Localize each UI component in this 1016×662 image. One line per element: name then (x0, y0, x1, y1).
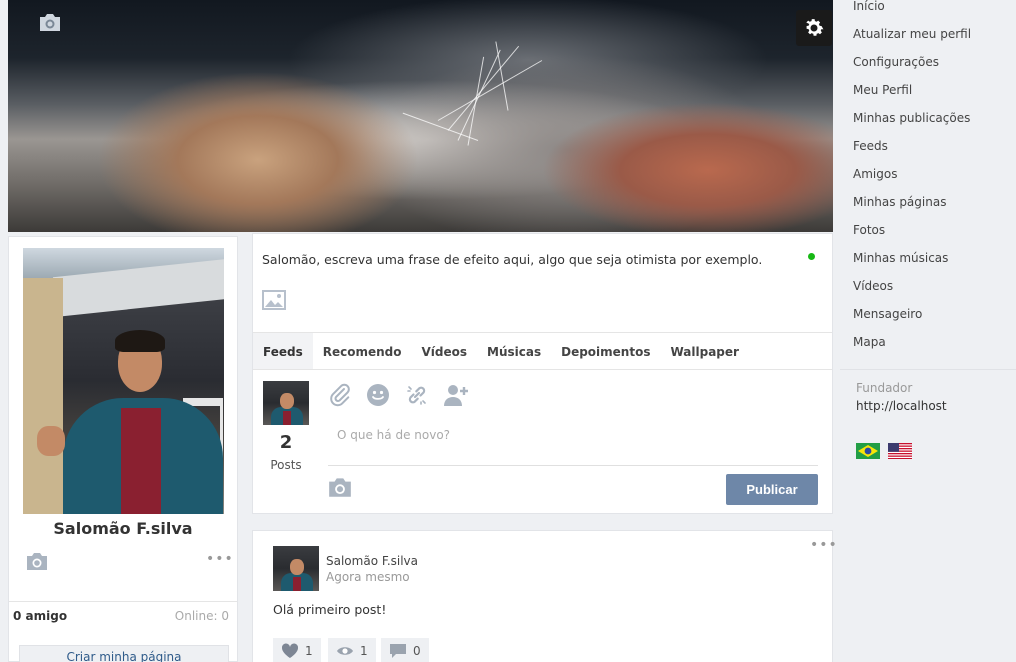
founder-label: Fundador (856, 381, 913, 395)
like-button[interactable]: 1 (273, 638, 321, 662)
avatar-detail (280, 393, 294, 409)
sidebar-item-configuracoes[interactable]: Configurações (853, 48, 971, 76)
brazil-flag-icon[interactable] (856, 443, 880, 459)
sidebar-item-minhas-musicas[interactable]: Minhas músicas (853, 244, 971, 272)
divider (328, 465, 818, 466)
sidebar-item-inicio[interactable]: Início (853, 0, 971, 20)
avatar-detail (293, 577, 301, 591)
sidebar-item-amigos[interactable]: Amigos (853, 160, 971, 188)
add-user-icon[interactable] (443, 382, 469, 408)
sidebar-item-atualizar-perfil[interactable]: Atualizar meu perfil (853, 20, 971, 48)
sidebar-item-videos[interactable]: Vídeos (853, 272, 971, 300)
photo-detail (115, 330, 165, 352)
create-page-button[interactable]: Criar minha página (19, 645, 229, 662)
more-options-icon[interactable]: ••• (810, 537, 838, 553)
comment-button[interactable]: 0 (381, 638, 429, 662)
cover-detail (457, 49, 501, 141)
paperclip-icon[interactable] (327, 382, 353, 408)
avatar[interactable] (273, 546, 319, 591)
sidebar-item-mensageiro[interactable]: Mensageiro (853, 300, 971, 328)
profile-card: Salomão F.silva ••• 0 amigo Online: 0 Cr… (8, 236, 238, 662)
status-card: Salomão, escreva uma frase de efeito aqu… (252, 233, 833, 514)
camera-icon[interactable] (25, 551, 49, 571)
camera-icon[interactable] (38, 12, 62, 32)
sidebar-item-feeds[interactable]: Feeds (853, 132, 971, 160)
comment-count: 0 (413, 644, 421, 658)
tab-wallpaper[interactable]: Wallpaper (660, 333, 748, 369)
more-options-icon[interactable]: ••• (206, 551, 234, 567)
feed-tabs: Feeds Recomendo Vídeos Músicas Depoiment… (253, 332, 832, 370)
sidebar-menu: Início Atualizar meu perfil Configuraçõe… (853, 0, 971, 356)
photo-detail (23, 278, 63, 514)
avatar-detail (283, 411, 291, 425)
view-count: 1 (360, 644, 368, 658)
post-author[interactable]: Salomão F.silva (326, 554, 418, 568)
cover-photo (8, 0, 833, 232)
gear-icon[interactable] (796, 10, 832, 46)
new-post-input[interactable]: O que há de novo? (337, 428, 450, 442)
smiley-icon[interactable] (365, 382, 391, 408)
sidebar-item-fotos[interactable]: Fotos (853, 216, 971, 244)
views-button[interactable]: 1 (328, 638, 376, 662)
usa-flag-icon[interactable] (888, 443, 912, 459)
profile-photo[interactable] (23, 248, 224, 514)
cover-detail (495, 41, 509, 111)
status-prompt[interactable]: Salomão, escreva uma frase de efeito aqu… (262, 252, 762, 267)
profile-name: Salomão F.silva (53, 519, 193, 538)
tab-feeds[interactable]: Feeds (253, 333, 313, 369)
sidebar-item-minhas-paginas[interactable]: Minhas páginas (853, 188, 971, 216)
tab-musicas[interactable]: Músicas (477, 333, 551, 369)
cover-detail (402, 112, 479, 141)
avatar-detail (290, 559, 304, 575)
like-count: 1 (305, 644, 313, 658)
sidebar-item-mapa[interactable]: Mapa (853, 328, 971, 356)
post-body: Olá primeiro post! (273, 602, 387, 617)
tab-depoimentos[interactable]: Depoimentos (551, 333, 660, 369)
online-indicator (808, 253, 815, 260)
divider (840, 369, 1016, 370)
online-count: Online: 0 (174, 609, 229, 623)
eye-icon (337, 647, 353, 655)
image-icon[interactable] (262, 290, 286, 310)
tab-recomendo[interactable]: Recomendo (313, 333, 412, 369)
link-icon[interactable] (404, 382, 430, 408)
divider (9, 601, 237, 602)
avatar[interactable] (263, 381, 309, 425)
post-timestamp: Agora mesmo (326, 570, 410, 584)
photo-detail (37, 426, 65, 456)
photo-detail (53, 258, 224, 318)
sidebar-item-minhas-publicacoes[interactable]: Minhas publicações (853, 104, 971, 132)
post-count-label: Posts (270, 458, 302, 472)
friends-count[interactable]: 0 amigo (13, 609, 67, 623)
heart-icon (281, 643, 299, 658)
post-count: 2 (279, 432, 293, 453)
founder-link[interactable]: http://localhost (856, 399, 947, 413)
tab-videos[interactable]: Vídeos (412, 333, 478, 369)
comment-icon (390, 644, 406, 658)
photo-detail (121, 408, 161, 514)
sidebar-item-meu-perfil[interactable]: Meu Perfil (853, 76, 971, 104)
camera-icon[interactable] (327, 476, 353, 498)
post-card: Salomão F.silva Agora mesmo ••• Olá prim… (252, 530, 837, 662)
publish-button[interactable]: Publicar (726, 474, 818, 505)
